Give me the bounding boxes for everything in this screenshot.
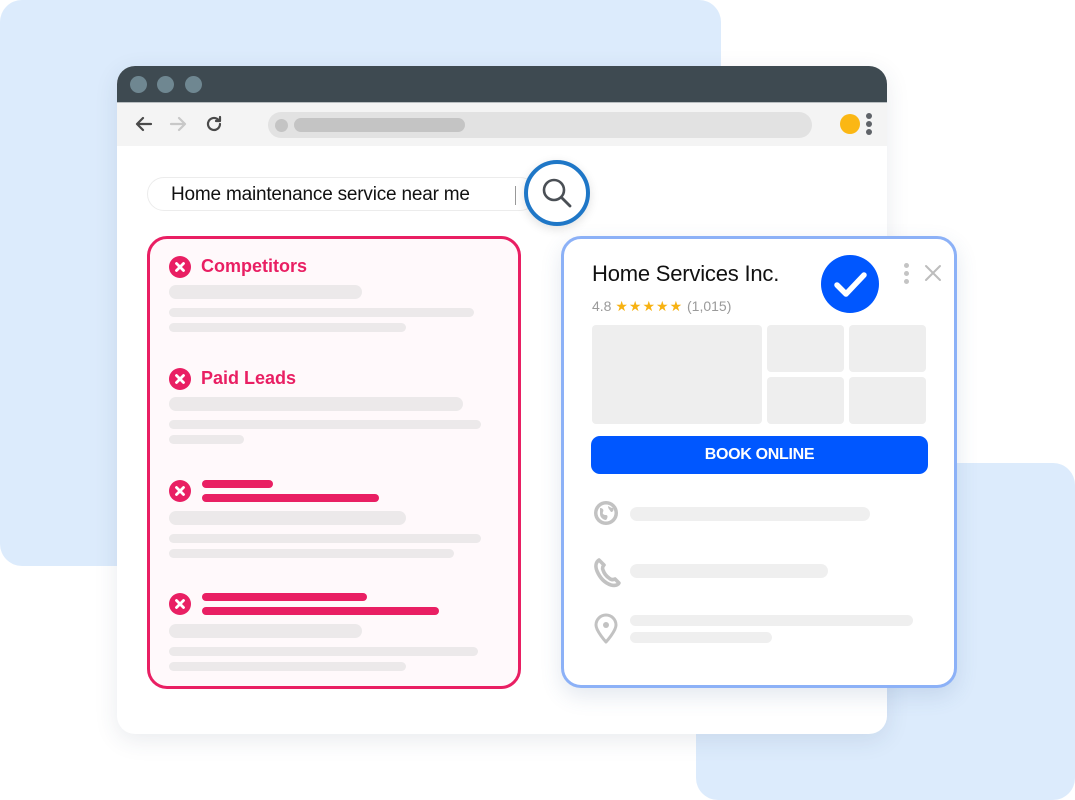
browser-titlebar (117, 66, 887, 102)
ad-title-redacted (202, 480, 273, 488)
reload-icon[interactable] (203, 113, 225, 135)
rating-row: 4.8 ★★★★★ (1,015) (592, 298, 731, 315)
ad-title-redacted (202, 593, 367, 601)
book-online-button[interactable]: BOOK ONLINE (591, 436, 928, 474)
browser-toolbar (117, 102, 887, 146)
placeholder-line (169, 397, 463, 411)
site-info-icon (275, 119, 288, 132)
photo-thumb[interactable] (849, 325, 926, 372)
forward-arrow-icon[interactable] (167, 113, 189, 135)
review-count: (1,015) (687, 298, 732, 314)
search-query-text: Home maintenance service near me (171, 184, 470, 205)
placeholder-line (169, 285, 362, 299)
more-options-icon[interactable] (904, 263, 910, 287)
competitor-ads-panel: Competitors Paid Leads (147, 236, 521, 689)
business-name: Home Services Inc. (592, 261, 780, 286)
placeholder-line (169, 549, 454, 558)
placeholder-line (169, 308, 474, 317)
placeholder-line (169, 420, 481, 429)
placeholder-line (169, 323, 406, 332)
address-placeholder-line (630, 632, 772, 643)
ad-subtitle-redacted (202, 607, 439, 615)
photo-main[interactable] (592, 325, 762, 424)
window-minimize-dot[interactable] (157, 76, 174, 93)
verified-check-icon (821, 255, 879, 313)
close-icon[interactable] (924, 264, 942, 282)
ad-title-competitors: Competitors (201, 256, 308, 276)
x-circle-icon (169, 256, 191, 278)
ad-title-paid-leads: Paid Leads (201, 368, 297, 388)
text-caret (515, 186, 516, 205)
placeholder-line (169, 624, 362, 638)
x-circle-icon (169, 593, 191, 615)
website-placeholder[interactable] (630, 507, 870, 521)
placeholder-line (169, 647, 478, 656)
star-rating-icon: ★★★★★ (615, 298, 684, 314)
window-close-dot[interactable] (130, 76, 147, 93)
placeholder-line (169, 534, 481, 543)
business-profile-card: Home Services Inc. 4.8 ★★★★★ (1,015) BOO… (561, 236, 957, 688)
location-pin-icon (592, 613, 624, 645)
x-circle-icon (169, 480, 191, 502)
placeholder-line (169, 662, 406, 671)
phone-placeholder[interactable] (630, 564, 828, 578)
photo-thumb[interactable] (767, 325, 844, 372)
ad-subtitle-redacted (202, 494, 379, 502)
back-arrow-icon[interactable] (133, 113, 155, 135)
address-placeholder (294, 118, 465, 132)
rating-value: 4.8 (592, 298, 612, 314)
photo-thumb[interactable] (849, 377, 926, 424)
search-button[interactable] (524, 160, 590, 226)
phone-icon (592, 557, 624, 589)
browser-menu-icon[interactable] (865, 113, 873, 137)
profile-avatar[interactable] (840, 114, 860, 134)
placeholder-line (169, 511, 406, 525)
address-bar[interactable] (268, 112, 812, 138)
placeholder-line (169, 435, 244, 444)
x-circle-icon (169, 368, 191, 390)
search-icon (542, 178, 572, 208)
window-maximize-dot[interactable] (185, 76, 202, 93)
address-placeholder-line[interactable] (630, 615, 913, 626)
photo-thumb[interactable] (767, 377, 844, 424)
search-input[interactable]: Home maintenance service near me (147, 177, 537, 211)
globe-icon (592, 499, 624, 531)
